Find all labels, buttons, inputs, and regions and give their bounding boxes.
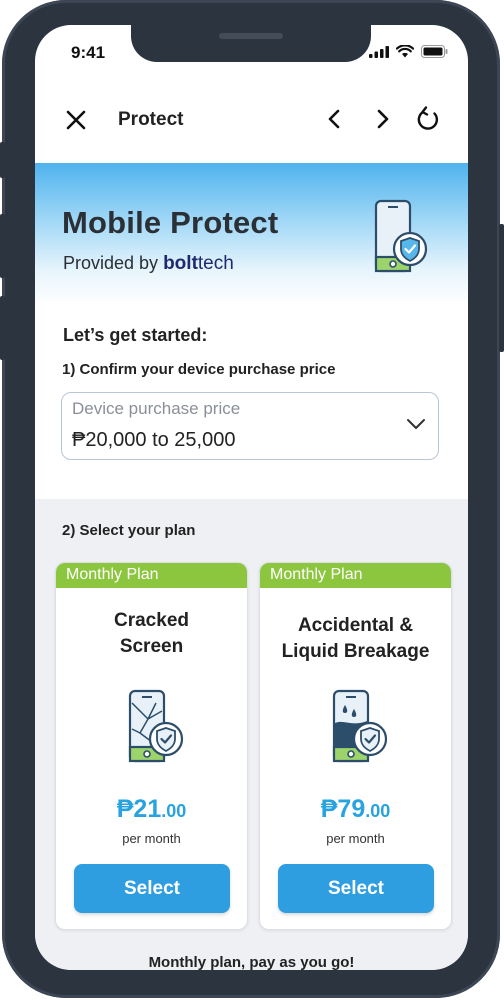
plan-name: Cracked Screen — [114, 610, 189, 657]
chevron-down-icon — [407, 419, 425, 429]
hero-banner: Mobile Protect Provided by bolttech — [35, 163, 468, 305]
plan-card-accidental-liquid: Monthly Plan Accidental & Liquid Breakag… — [259, 562, 452, 930]
device-price-value: ₱20,000 to 25,000 — [72, 429, 236, 451]
brand-logo: bolttech — [163, 253, 234, 274]
intro-heading: Let’s get started: — [63, 325, 208, 345]
wifi-icon — [396, 45, 414, 58]
forward-arrow-icon[interactable] — [368, 105, 396, 133]
power-button — [499, 224, 504, 352]
battery-icon — [421, 45, 448, 58]
back-arrow-icon[interactable] — [321, 105, 349, 133]
refresh-icon[interactable] — [413, 104, 443, 134]
page-title: Mobile Protect — [62, 205, 279, 240]
footer-note: Monthly plan, pay as you go! — [148, 954, 355, 970]
device-price-placeholder: Device purchase price — [72, 399, 241, 418]
device-price-select[interactable]: Device purchase price ₱20,000 to 25,000 — [61, 392, 439, 460]
plan-tag: Monthly Plan — [260, 563, 451, 588]
cracked-phone-shield-icon — [128, 689, 183, 763]
screen: 9:41 Protect Mobile Protect Provided by … — [35, 25, 468, 970]
nav-title: Protect — [118, 109, 184, 130]
close-icon[interactable] — [61, 105, 91, 135]
plan-price: ₱21.00 — [116, 795, 187, 823]
volume-up-button — [0, 214, 5, 278]
plan-price-period: per month — [326, 831, 385, 846]
provided-by-label: Provided by — [63, 253, 159, 273]
provided-by-line: Provided by bolttech — [63, 253, 234, 275]
phone-shield-icon — [374, 199, 428, 273]
signal-icon — [369, 45, 389, 58]
plan-price: ₱79.00 — [320, 795, 391, 823]
select-plan-button[interactable]: Select — [278, 864, 434, 913]
nav-bar: Protect — [35, 87, 468, 151]
silent-switch — [0, 142, 5, 178]
volume-down-button — [0, 296, 5, 360]
step2-label: 2) Select your plan — [62, 522, 196, 539]
plan-name: Accidental & Liquid Breakage — [281, 615, 430, 662]
step1-label: 1) Confirm your device purchase price — [62, 361, 336, 378]
notch — [131, 24, 371, 62]
plan-price-period: per month — [122, 831, 181, 846]
status-time: 9:41 — [71, 43, 106, 62]
plan-card-cracked-screen: Monthly Plan Cracked Screen ₱21.00 per m… — [55, 562, 248, 930]
liquid-phone-shield-icon — [332, 689, 387, 763]
plan-tag: Monthly Plan — [56, 563, 247, 588]
select-plan-button[interactable]: Select — [74, 864, 230, 913]
